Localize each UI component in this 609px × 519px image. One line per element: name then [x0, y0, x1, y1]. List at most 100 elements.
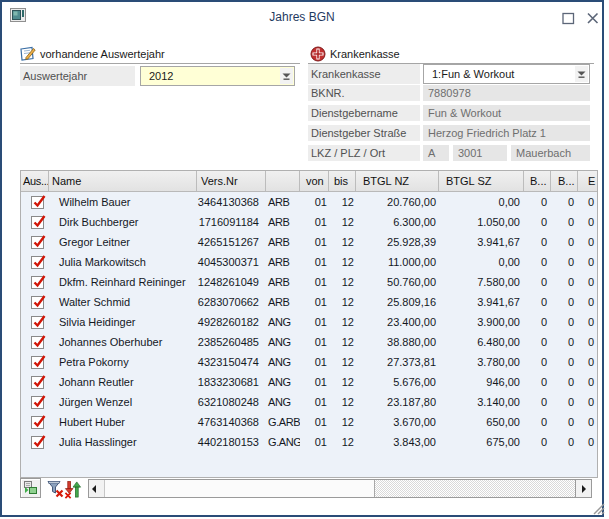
cell-type: ARB	[266, 272, 300, 292]
table-row[interactable]: Johann Reutler1833230681ANG01125.676,009…	[21, 372, 597, 392]
cell-type: ANG	[266, 352, 300, 372]
cell-name: Silvia Heidinger	[49, 312, 197, 332]
cell-name: Jürgen Wenzel	[49, 392, 197, 412]
table-row[interactable]: Gregor Leitner4265151267ARB011225.928,39…	[21, 232, 597, 252]
transfer-icon	[21, 479, 40, 497]
scroll-right-button[interactable]	[575, 480, 591, 497]
column-header-b-[interactable]: B...	[551, 171, 578, 191]
cell-von: 01	[300, 432, 329, 452]
cell-b1: 0	[524, 332, 551, 352]
resize-grip[interactable]	[588, 498, 606, 515]
cell-btgl_nz: 27.373,81	[356, 352, 439, 372]
row-checkbox[interactable]	[31, 256, 44, 269]
column-header-e[interactable]: E	[578, 171, 598, 191]
scrollbar-thumb[interactable]	[105, 480, 375, 497]
row-checkbox[interactable]	[31, 416, 44, 429]
row-checkbox[interactable]	[31, 376, 44, 389]
table-body: Wilhelm Bauer3464130368ARB011220.760,000…	[21, 192, 597, 452]
cell-b2: 0	[551, 332, 578, 352]
cell-b1: 0	[524, 352, 551, 372]
cell-btgl_sz: 0,00	[439, 252, 524, 272]
row-checkbox[interactable]	[31, 296, 44, 309]
cell-b3: 0	[578, 292, 598, 312]
table-row[interactable]: Dkfm. Reinhard Reininger1248261049ARB011…	[21, 272, 597, 292]
table-row[interactable]: Julia Markowitsch4045300371ARB011211.000…	[21, 252, 597, 272]
row-checkbox[interactable]	[31, 236, 44, 249]
table-row[interactable]: Jürgen Wenzel6321080248ANG011223.187,803…	[21, 392, 597, 412]
column-header-btgl-nz[interactable]: BTGL NZ	[356, 171, 439, 191]
cell-b2: 0	[551, 352, 578, 372]
ort-value: Mauerbach	[511, 145, 590, 161]
cell-btgl_nz: 23.400,00	[356, 312, 439, 332]
year-combobox[interactable]: 2012	[140, 66, 295, 86]
table-row[interactable]: Petra Pokorny4323150474ANG011227.373,813…	[21, 352, 597, 372]
dialog-window: Jahres BGN vorhandene Auswertejahr Auswe…	[0, 0, 604, 517]
cell-bis: 12	[329, 212, 356, 232]
left-panel-underline	[20, 63, 300, 64]
table-row[interactable]: Julia Hasslinger4402180153G.ANG01123.843…	[21, 432, 597, 452]
scroll-left-button[interactable]	[89, 480, 105, 497]
cell-bis: 12	[329, 292, 356, 312]
column-header-aus-[interactable]: Aus...	[21, 171, 49, 191]
row-checkbox[interactable]	[31, 316, 44, 329]
column-header-btgl-sz[interactable]: BTGL SZ	[439, 171, 524, 191]
cell-name: Gregor Leitner	[49, 232, 197, 252]
filter-delete-icon[interactable]	[47, 480, 65, 499]
horizontal-scrollbar[interactable]	[88, 479, 592, 498]
row-checkbox[interactable]	[31, 336, 44, 349]
cell-b3: 0	[578, 312, 598, 332]
transfer-button[interactable]	[20, 478, 41, 498]
cell-b1: 0	[524, 212, 551, 232]
cell-btgl_sz: 3.941,67	[439, 232, 524, 252]
kasse-combobox[interactable]: 1:Fun & Workout	[423, 64, 590, 84]
column-header-blank[interactable]	[266, 171, 300, 191]
column-header-b-[interactable]: B...	[524, 171, 551, 191]
checkbox-cell	[21, 392, 49, 412]
row-checkbox[interactable]	[31, 196, 44, 209]
lkz-value: A	[423, 145, 449, 161]
cell-b2: 0	[551, 252, 578, 272]
column-header-von[interactable]: von	[300, 171, 329, 191]
checkbox-cell	[21, 192, 49, 212]
employee-table: Aus...NameVers.NrvonbisBTGL NZBTGL SZB..…	[20, 170, 598, 478]
cell-b3: 0	[578, 392, 598, 412]
table-row[interactable]: Silvia Heidinger4928260182ANG011223.400,…	[21, 312, 597, 332]
column-header-vers-nr[interactable]: Vers.Nr	[197, 171, 266, 191]
cell-name: Hubert Huber	[49, 412, 197, 432]
row-checkbox[interactable]	[31, 356, 44, 369]
close-button[interactable]	[585, 10, 601, 26]
row-checkbox[interactable]	[31, 436, 44, 449]
cell-name: Johannes Oberhuber	[49, 332, 197, 352]
table-row[interactable]: Wilhelm Bauer3464130368ARB011220.760,000…	[21, 192, 597, 212]
table-row[interactable]: Walter Schmid6283070662ARB011225.809,163…	[21, 292, 597, 312]
cell-btgl_sz: 675,00	[439, 432, 524, 452]
table-row[interactable]: Dirk Buchberger1716091184ARB01126.300,00…	[21, 212, 597, 232]
cell-btgl_sz: 946,00	[439, 372, 524, 392]
table-row[interactable]: Hubert Huber4763140368G.ARB01123.670,006…	[21, 412, 597, 432]
cell-von: 01	[300, 332, 329, 352]
right-arrow-icon	[582, 485, 586, 493]
table-row[interactable]: Johannes Oberhuber2385260485ANG011238.88…	[21, 332, 597, 352]
cell-versnr: 2385260485	[197, 332, 266, 352]
cell-versnr: 4763140368	[197, 412, 266, 432]
plz-value: 3001	[453, 145, 507, 161]
cell-btgl_sz: 6.480,00	[439, 332, 524, 352]
cell-b1: 0	[524, 392, 551, 412]
column-header-name[interactable]: Name	[49, 171, 197, 191]
row-checkbox[interactable]	[31, 216, 44, 229]
sort-arrows-icon[interactable]	[64, 480, 82, 499]
row-checkbox[interactable]	[31, 396, 44, 409]
year-dropdown-button[interactable]	[280, 68, 293, 84]
cell-b1: 0	[524, 292, 551, 312]
column-header-bis[interactable]: bis	[329, 171, 356, 191]
cell-b1: 0	[524, 432, 551, 452]
row-checkbox[interactable]	[31, 276, 44, 289]
dienstgebername-value: Fun & Workout	[423, 105, 590, 121]
maximize-button[interactable]	[561, 11, 576, 26]
cell-versnr: 3464130368	[197, 192, 266, 212]
cell-von: 01	[300, 392, 329, 412]
scrollbar-track[interactable]	[375, 480, 575, 497]
cell-type: ANG	[266, 372, 300, 392]
kasse-dropdown-button[interactable]	[575, 66, 588, 82]
checkbox-cell	[21, 272, 49, 292]
